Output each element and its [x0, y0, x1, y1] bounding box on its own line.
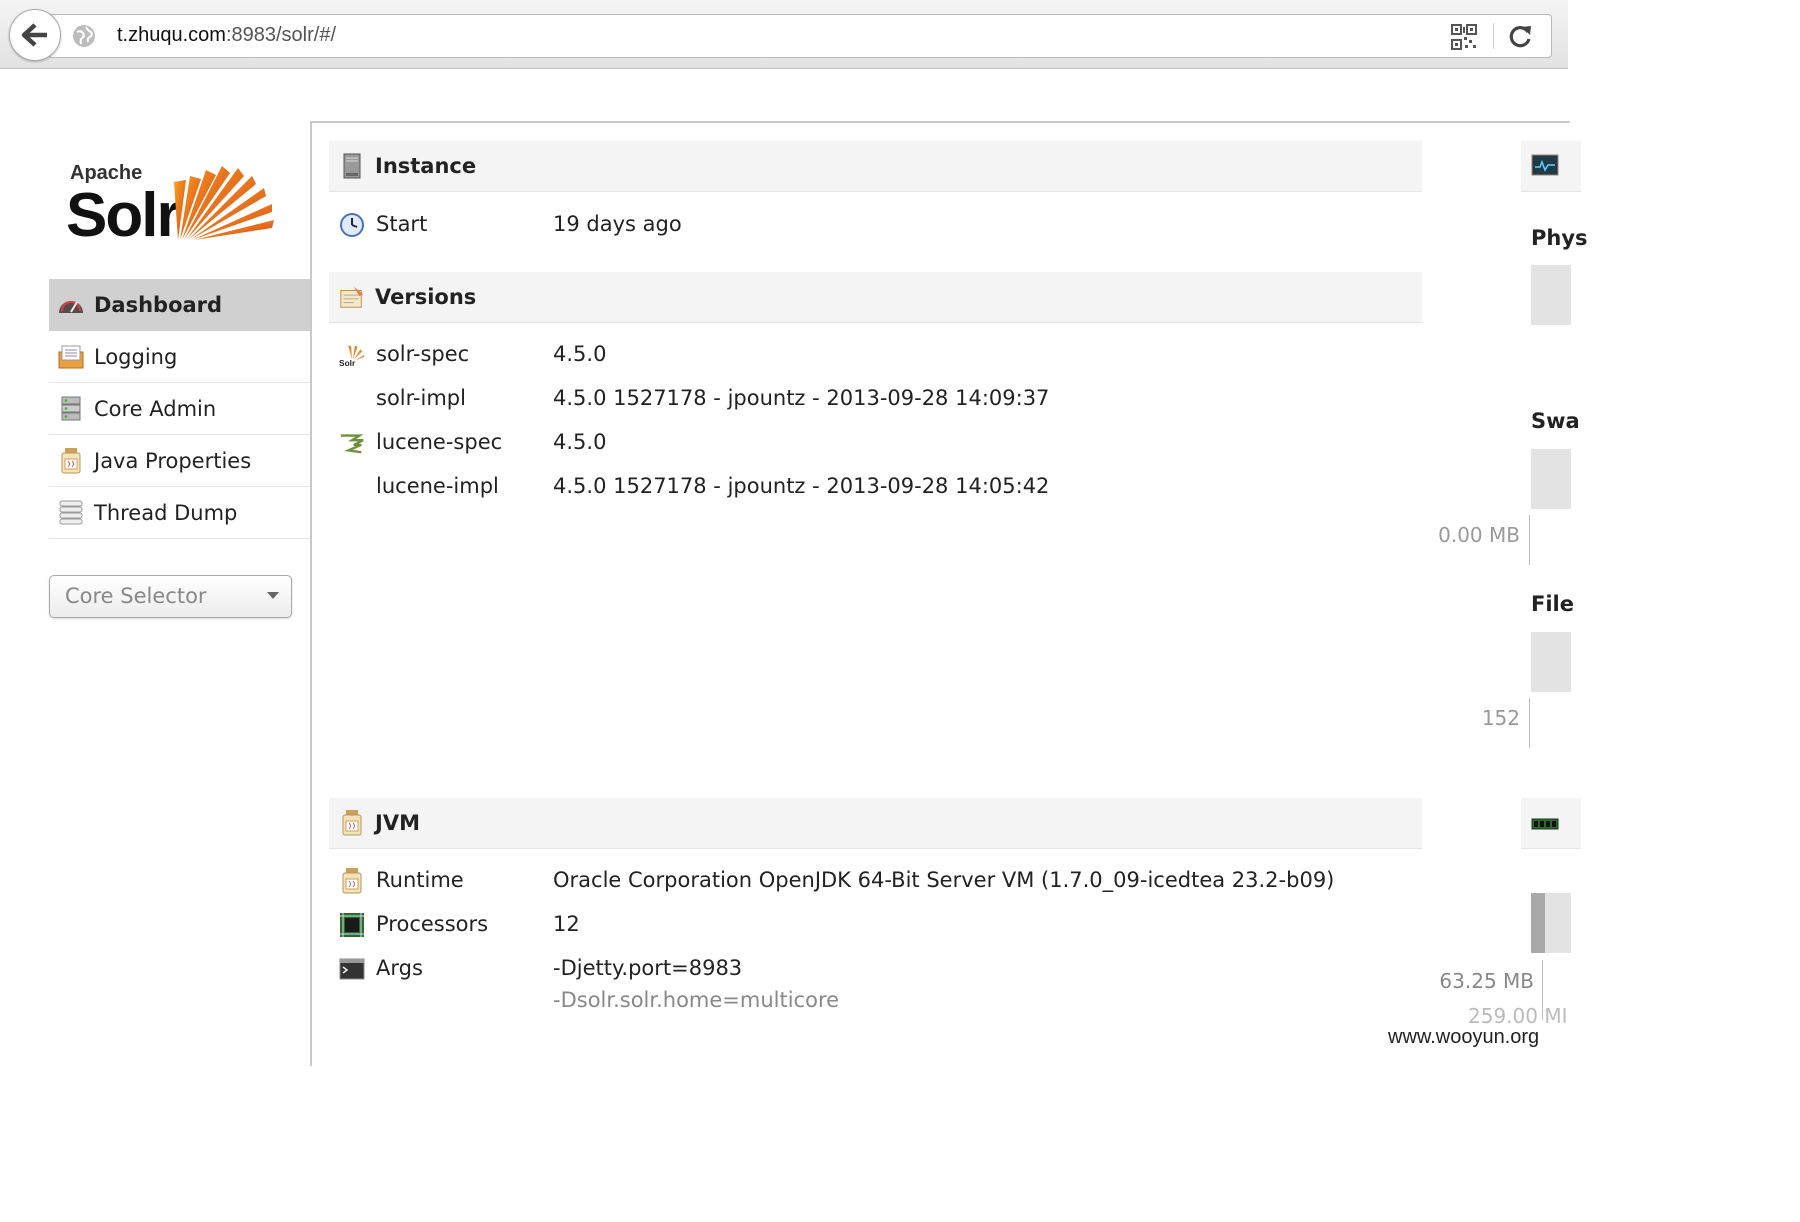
- terminal-icon: [339, 956, 365, 982]
- runtime-label: Runtime: [376, 868, 464, 892]
- reload-icon[interactable]: [1507, 22, 1533, 54]
- version-row: lucene-impl 4.5.0 1527178 - jpountz - 20…: [329, 466, 1422, 510]
- sidebar-item-core-admin[interactable]: Core Admin: [49, 383, 310, 435]
- logging-icon: [57, 343, 85, 371]
- sidebar-item-logging[interactable]: Logging: [49, 331, 310, 383]
- version-row: lucene-spec 4.5.0: [329, 422, 1422, 466]
- logo-solr-text: Solr: [66, 181, 181, 250]
- watermark-text: www.wooyun.org: [1388, 1026, 1540, 1048]
- jvm-args-row: Args -Djetty.port=8983 -Dsolr.solr.home=…: [329, 948, 1422, 1012]
- versions-title: Versions: [375, 285, 477, 309]
- file-descriptor-bar: [1531, 632, 1571, 692]
- jvm-memory-header: [1521, 798, 1581, 849]
- url-text[interactable]: t.zhuqu.com:8983/solr/#/: [117, 24, 336, 47]
- core-selector-dropdown[interactable]: Core Selector: [49, 575, 292, 618]
- thread-dump-icon: [57, 499, 85, 527]
- sidebar-item-label: Java Properties: [94, 448, 252, 473]
- file-descriptor-label: File: [1531, 592, 1574, 616]
- processors-label: Processors: [376, 912, 489, 936]
- jvm-title: JVM: [375, 811, 420, 835]
- jvm-processors-row: Processors 12: [329, 904, 1422, 948]
- browser-toolbar: t.zhuqu.com:8983/solr/#/: [0, 0, 1568, 69]
- java-icon: [57, 447, 85, 475]
- version-key: lucene-impl: [376, 474, 499, 498]
- solr-logo[interactable]: Apache Solr: [66, 132, 278, 250]
- jvm-memory-used-value: 63.25 MB: [1439, 969, 1534, 993]
- jvm-arg: -Dsolr.solr.home=multicore: [553, 988, 840, 1012]
- server-icon: [339, 153, 365, 179]
- globe-icon: [71, 23, 97, 53]
- versions-panel: Versions Solr solr-spec 4.5.0 solr-impl …: [329, 272, 1422, 510]
- processors-value: 12: [553, 912, 580, 936]
- lucene-icon: [339, 430, 365, 456]
- java-icon: [339, 810, 365, 836]
- core-selector-placeholder: Core Selector: [65, 584, 207, 608]
- jvm-memory-total-value: 259.00 MI: [1468, 1004, 1568, 1028]
- cpu-chip-icon: [339, 912, 365, 938]
- version-value: 4.5.0 1527178 - jpountz - 2013-09-28 14:…: [553, 474, 1050, 498]
- start-value: 19 days ago: [553, 212, 682, 236]
- version-value: 4.5.0: [553, 430, 607, 454]
- back-button[interactable]: [9, 9, 61, 61]
- url-path: :8983/solr/#/: [225, 24, 337, 46]
- swap-space-value: 0.00 MB: [1438, 523, 1520, 547]
- jvm-arg: -Djetty.port=8983: [553, 956, 743, 980]
- file-descriptor-value: 152: [1481, 706, 1520, 730]
- version-key: solr-impl: [376, 386, 466, 410]
- url-domain: t.zhuqu.com: [117, 24, 226, 46]
- sidebar-nav: Dashboard Logging Core Admin Java Proper…: [49, 279, 310, 539]
- args-label: Args: [376, 956, 423, 980]
- arrow-left-icon: [21, 23, 47, 47]
- instance-start-row: Start 19 days ago: [329, 204, 1422, 248]
- clock-icon: [339, 212, 365, 238]
- instance-header: Instance: [329, 141, 1422, 192]
- physical-memory-label: Phys: [1531, 226, 1588, 250]
- version-key: solr-spec: [376, 342, 470, 366]
- version-row: Solr solr-spec 4.5.0: [329, 334, 1422, 378]
- jvm-memory-bar-used: [1531, 893, 1545, 953]
- versions-icon: [339, 284, 365, 310]
- swap-space-label: Swa: [1531, 409, 1580, 433]
- instance-title: Instance: [375, 154, 477, 178]
- physical-memory-bar: [1531, 265, 1571, 325]
- svg-text:Solr: Solr: [339, 358, 356, 368]
- core-admin-icon: [57, 395, 85, 423]
- sidebar-item-label: Core Admin: [94, 396, 217, 421]
- qr-code-icon[interactable]: [1451, 24, 1477, 54]
- version-value: 4.5.0: [553, 342, 607, 366]
- sidebar-item-thread-dump[interactable]: Thread Dump: [49, 487, 310, 539]
- jvm-runtime-row: Runtime Oracle Corporation OpenJDK 64-Bi…: [329, 860, 1422, 904]
- version-row: solr-impl 4.5.0 1527178 - jpountz - 2013…: [329, 378, 1422, 422]
- sidebar-item-label: Logging: [94, 344, 178, 369]
- sidebar-item-label: Dashboard: [94, 292, 223, 317]
- versions-header: Versions: [329, 272, 1422, 323]
- toolbar-separator: [1493, 23, 1494, 49]
- file-tick-line: [1529, 698, 1530, 748]
- sidebar-item-label: Thread Dump: [94, 500, 238, 525]
- memory-module-icon: [1531, 816, 1559, 836]
- sidebar-item-dashboard[interactable]: Dashboard: [49, 279, 310, 331]
- instance-panel: Instance Start 19 days ago: [329, 141, 1422, 248]
- version-value: 4.5.0 1527178 - jpountz - 2013-09-28 14:…: [553, 386, 1050, 410]
- address-bar[interactable]: t.zhuqu.com:8983/solr/#/: [48, 14, 1552, 58]
- swap-space-bar: [1531, 449, 1571, 509]
- solr-icon: Solr: [339, 342, 365, 368]
- solr-sunburst-icon: [174, 166, 274, 240]
- java-icon: [339, 868, 365, 894]
- system-panel-header: [1521, 141, 1581, 192]
- system-monitor-icon: [1531, 154, 1559, 182]
- jvm-header: JVM: [329, 798, 1422, 849]
- swap-tick-line: [1529, 515, 1530, 565]
- start-label: Start: [376, 212, 428, 236]
- chevron-down-icon: [267, 592, 279, 599]
- runtime-value: Oracle Corporation OpenJDK 64-Bit Server…: [553, 868, 1335, 892]
- dashboard-gauge-icon: [57, 291, 85, 319]
- sidebar-item-java-properties[interactable]: Java Properties: [49, 435, 310, 487]
- version-key: lucene-spec: [376, 430, 503, 454]
- jvm-panel: JVM Runtime Oracle Corporation OpenJDK 6…: [329, 798, 1422, 1012]
